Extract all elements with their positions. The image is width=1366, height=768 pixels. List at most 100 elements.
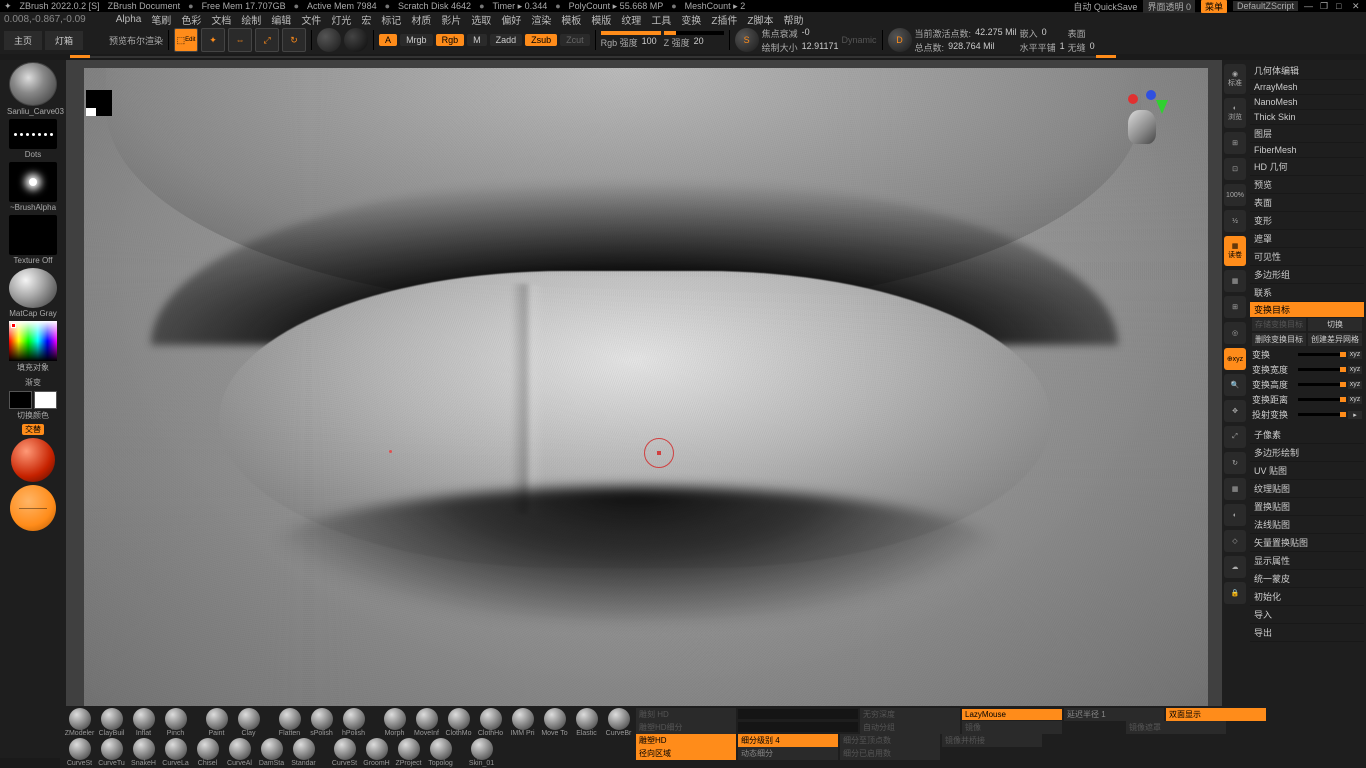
embed-value[interactable]: 0 [1042,27,1047,40]
menu-material[interactable]: 材质 [411,12,431,27]
panel-import[interactable]: 导入 [1250,606,1364,624]
brush-shape-icon[interactable] [317,28,341,52]
panel-fibermesh[interactable]: FiberMesh [1250,143,1364,158]
sculpthd-button[interactable]: 雕刻 HD [636,708,736,721]
menu-marker[interactable]: 标记 [381,12,401,27]
panel-morphtarget-header[interactable]: 变换目标 [1250,302,1364,317]
menu-document[interactable]: 文档 [211,12,231,27]
shelf-brush-ClothHo[interactable]: ClothHo [475,708,506,737]
draw-mode-icon[interactable]: ✦ [201,28,225,52]
shelf-brush-GroomH[interactable]: GroomH [361,738,392,767]
store-morph-button[interactable]: 存储变换目标 [1252,318,1306,331]
brush-alpha-icon[interactable] [344,28,368,52]
menu-zplugin[interactable]: Z插件 [711,12,737,27]
panel-hdgeometry[interactable]: HD 几何 [1250,158,1364,176]
stroke-selector[interactable]: Dots [7,119,59,159]
floor-button[interactable]: ⊞ [1224,296,1246,318]
menu-tool[interactable]: 工具 [651,12,671,27]
shelf-brush-Paint[interactable]: Paint [201,708,232,737]
menu-color[interactable]: 色彩 [181,12,201,27]
scale-mode-icon[interactable]: ⤢ [255,28,279,52]
seam-value[interactable]: 0 [1090,41,1095,54]
shelf-brush-Skin_01[interactable]: Skin_01 [466,738,497,767]
menu-zscript[interactable]: Z脚本 [747,12,773,27]
panel-initialize[interactable]: 初始化 [1250,588,1364,606]
shelf-brush-Flatten[interactable]: Flatten [274,708,305,737]
panel-normalmap[interactable]: 法线贴图 [1250,516,1364,534]
rgb-intensity-value[interactable]: 100 [642,36,657,49]
menu-macro[interactable]: 宏 [361,12,371,27]
draw-size-value[interactable]: 12.91171 [802,41,839,54]
panel-geometry[interactable]: 几何体编辑 [1250,62,1364,80]
axis-z-icon[interactable] [1146,90,1156,100]
panel-deformation[interactable]: 变形 [1250,212,1364,230]
switch-morph-button[interactable]: 切换 [1308,318,1362,331]
menu-render[interactable]: 渲染 [531,12,551,27]
lock-button[interactable]: 🔒 [1224,582,1246,604]
shelf-brush-hPolish[interactable]: hPolish [338,708,369,737]
surface-label[interactable]: 表面 [1068,27,1086,40]
zsub-button[interactable]: Zsub [525,34,557,46]
panel-nanomesh[interactable]: NanoMesh [1250,95,1364,110]
xyz-button[interactable]: ⊕xyz [1224,348,1246,370]
panel-displacement[interactable]: 置换贴图 [1250,498,1364,516]
rgb-button[interactable]: Rgb [436,34,465,46]
swatch-secondary[interactable] [34,391,57,409]
shelf-brush-ClayBuil[interactable]: ClayBuil [96,708,127,737]
viewport[interactable] [66,60,1222,758]
menu-stroke[interactable]: 模版 [591,12,611,27]
menu-brush[interactable]: 笔刷 [151,12,171,27]
shelf-brush-Pinch[interactable]: Pinch [160,708,191,737]
alternate-button[interactable]: 交替 [22,424,44,435]
tab-lightbox[interactable]: 灯箱 [45,31,83,50]
shelf-brush-MoveInf[interactable]: MoveInf [411,708,442,737]
ghost-button[interactable]: ◇ [1224,530,1246,552]
shelf-brush-CurveSt[interactable]: CurveSt [64,738,95,767]
menu-preferences[interactable]: 偏好 [501,12,521,27]
panel-polygroups[interactable]: 多边形组 [1250,266,1364,284]
panel-contact[interactable]: 联系 [1250,284,1364,302]
preview-boolean-label[interactable]: 预览布尔渲染 [109,34,163,47]
z-intensity-value[interactable]: 20 [694,36,704,49]
panel-masking[interactable]: 遮罩 [1250,230,1364,248]
focal-ball[interactable] [7,438,59,482]
menu-file[interactable]: 文件 [301,12,321,27]
switch-color-label[interactable]: 切换颜色 [7,410,59,421]
shelf-brush-Elastic[interactable]: Elastic [571,708,602,737]
local-symmetry-button[interactable]: ◎ [1224,322,1246,344]
edit-mode-icon[interactable]: ⬚Edit [174,28,198,52]
shelf-brush-Move To[interactable]: Move To [539,708,570,737]
shelf-brush-Inflat[interactable]: Inflat [128,708,159,737]
panel-surface[interactable]: 表面 [1250,194,1364,212]
minimize-icon[interactable]: — [1304,1,1314,11]
close-icon[interactable]: ✕ [1352,1,1362,11]
dynamic-toggle[interactable]: Dynamic [842,35,877,45]
material-selector[interactable]: MatCap Gray [7,268,59,318]
move-mode-icon[interactable]: ⇔ [228,28,252,52]
move-button[interactable]: ✥ [1224,400,1246,422]
restore-icon[interactable]: ❐ [1320,1,1330,11]
mrgb-button[interactable]: Mrgb [400,34,433,46]
create-diff-button[interactable]: 创建差异网格 [1308,333,1362,346]
shelf-brush-CurveBr[interactable]: CurveBr [603,708,634,737]
shelf-brush-CurveTu[interactable]: CurveTu [96,738,127,767]
rotate-button[interactable]: ↻ [1224,452,1246,474]
persp-button[interactable]: ▦读卷 [1224,236,1246,266]
subdiv-level-button[interactable]: 细分级别 4 [738,734,838,747]
lazy-radius-label[interactable]: 延迟半径 1 [1064,708,1164,721]
panel-thickskin[interactable]: Thick Skin [1250,110,1364,125]
hflip-value[interactable]: 1 [1060,41,1065,54]
shelf-brush-sPolish[interactable]: sPolish [306,708,337,737]
menu-stencil[interactable]: 模板 [561,12,581,27]
aahalf-button[interactable]: ½ [1224,210,1246,232]
zcut-button[interactable]: Zcut [560,34,590,46]
shelf-brush-CurveAl[interactable]: CurveAl [224,738,255,767]
menu-picker[interactable]: 选取 [471,12,491,27]
axis-y-icon[interactable] [1156,100,1168,114]
shelf-brush-ZModeler[interactable]: ZModeler [64,708,95,737]
axis-x-icon[interactable] [1128,94,1138,104]
fill-object-label[interactable]: 填充对象 [7,362,59,373]
morph-axis-toggle[interactable]: xyz [1348,351,1362,359]
menu-transform[interactable]: 变换 [681,12,701,27]
axis-gizmo[interactable] [1128,84,1178,144]
